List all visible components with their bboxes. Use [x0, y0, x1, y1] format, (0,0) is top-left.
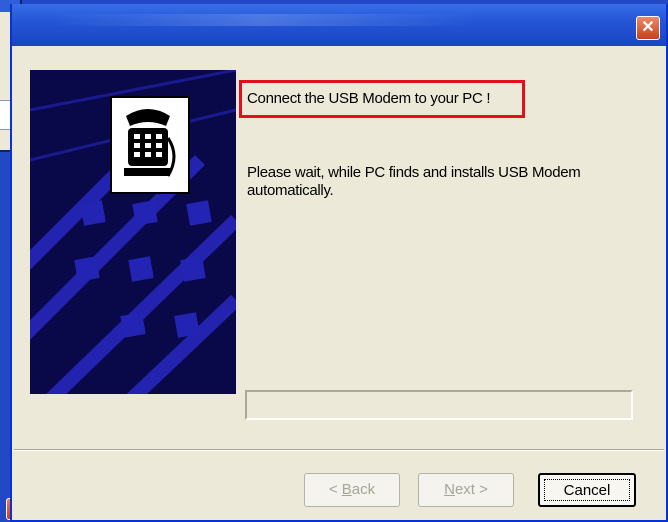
title-bar-sheen: [52, 14, 472, 26]
telephone-icon: [110, 96, 190, 194]
back-button-label: Back: [341, 481, 376, 498]
title-bar[interactable]: ✕: [12, 4, 666, 46]
wizard-headline: Connect the USB Modem to your PC !: [247, 90, 491, 107]
cancel-focus-ring: [544, 479, 630, 501]
close-icon[interactable]: ✕: [636, 16, 660, 40]
next-button[interactable]: Next >: [418, 473, 514, 507]
back-button-prefix: <: [328, 481, 342, 498]
wizard-description: Please wait, while PC finds and installs…: [247, 164, 581, 199]
modem-setup-dialog: ✕ Connect the USB Modem to your PC ! Ple…: [10, 4, 668, 522]
wizard-banner-image: [30, 70, 236, 394]
back-button[interactable]: < Back: [304, 473, 400, 507]
next-button-label: Next >: [444, 481, 488, 498]
cancel-button[interactable]: Cancel: [538, 473, 636, 507]
install-progress-bar: [245, 390, 633, 420]
button-separator: [14, 449, 664, 451]
